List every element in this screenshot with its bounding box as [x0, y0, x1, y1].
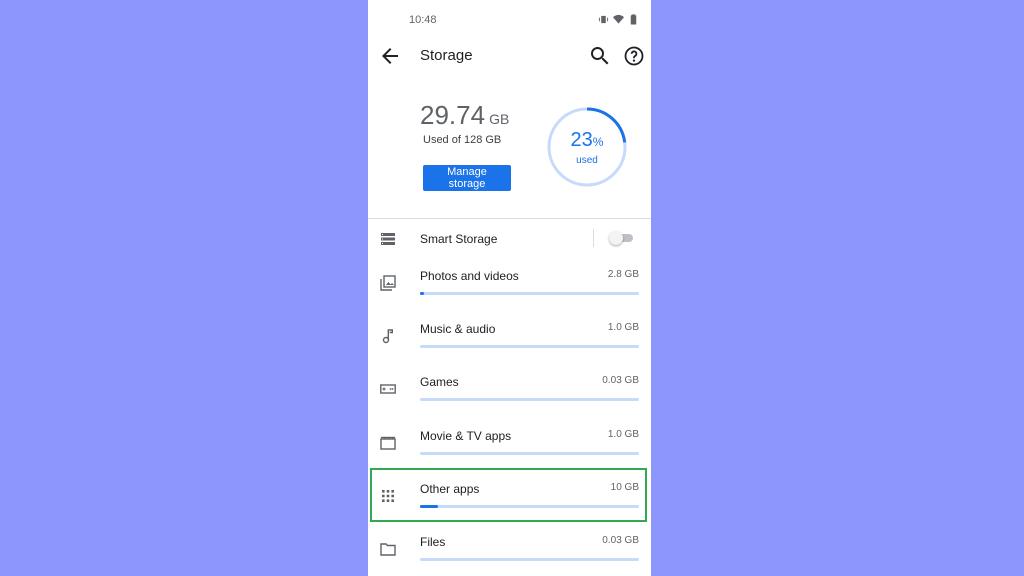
smart-storage-row[interactable]: Smart Storage	[368, 219, 651, 257]
battery-icon	[628, 12, 639, 25]
category-size: 1.0 GB	[607, 322, 639, 334]
app-bar: Storage	[368, 36, 651, 76]
arrow-back-icon	[382, 48, 398, 64]
usage-ring-text: 23% used	[546, 130, 628, 166]
status-icons	[598, 12, 639, 25]
toggle-separator	[593, 229, 594, 247]
smart-storage-label: Smart Storage	[420, 232, 498, 246]
category-usage-bar	[420, 345, 639, 349]
category-usage-fill	[420, 292, 425, 295]
help-button[interactable]	[622, 44, 646, 68]
category-usage-bar	[420, 398, 639, 402]
search-icon	[591, 47, 609, 65]
category-row[interactable]: Music & audio 1.0 GB	[368, 310, 651, 363]
usage-label: used	[576, 155, 598, 166]
category-usage-bar	[420, 451, 639, 455]
category-size: 1.0 GB	[607, 428, 639, 440]
movie-icon	[380, 435, 396, 451]
manage-storage-button[interactable]: Manage storage	[423, 165, 511, 191]
highlight-box	[370, 468, 647, 522]
help-icon	[624, 46, 644, 66]
used-value: 29.74	[420, 100, 486, 130]
back-button[interactable]	[378, 44, 402, 68]
used-amount: 29.74 GB	[420, 100, 509, 131]
toggle-thumb	[609, 231, 623, 245]
category-label: Music & audio	[420, 322, 496, 337]
category-size: 0.03 GB	[602, 375, 639, 387]
storage-list-icon	[381, 233, 395, 245]
folder-icon	[380, 541, 396, 557]
category-usage-bar	[420, 292, 639, 295]
category-row[interactable]: Photos and videos 2.8 GB	[368, 257, 651, 310]
category-label: Games	[420, 375, 459, 390]
photo-library-icon	[380, 275, 396, 291]
category-row[interactable]: Games 0.03 GB	[368, 363, 651, 416]
category-usage-bar	[420, 558, 639, 561]
smart-storage-toggle[interactable]	[609, 231, 633, 245]
category-row[interactable]: Files 0.03 GB	[368, 523, 651, 576]
category-label: Movie & TV apps	[420, 428, 512, 443]
used-unit: GB	[489, 111, 510, 127]
status-time: 10:48	[409, 14, 437, 26]
vibrate-icon	[598, 12, 609, 24]
used-of-total: Used of 128 GB	[423, 134, 502, 146]
gamepad-icon	[380, 381, 396, 397]
page-title: Storage	[420, 47, 473, 64]
usage-percent: 23	[570, 129, 593, 151]
status-bar: 10:48	[368, 0, 651, 40]
category-size: 0.03 GB	[602, 535, 639, 546]
category-label: Files	[420, 535, 446, 549]
category-label: Photos and videos	[420, 269, 519, 283]
wifi-icon	[613, 12, 624, 24]
music-note-icon	[380, 328, 396, 344]
search-button[interactable]	[588, 44, 612, 68]
category-row[interactable]: Movie & TV apps 1.0 GB	[368, 417, 651, 470]
storage-summary: 29.74 GB Used of 128 GB Manage storage 23…	[368, 90, 651, 218]
percent-sign: %	[592, 135, 604, 149]
category-size: 2.8 GB	[607, 269, 639, 280]
